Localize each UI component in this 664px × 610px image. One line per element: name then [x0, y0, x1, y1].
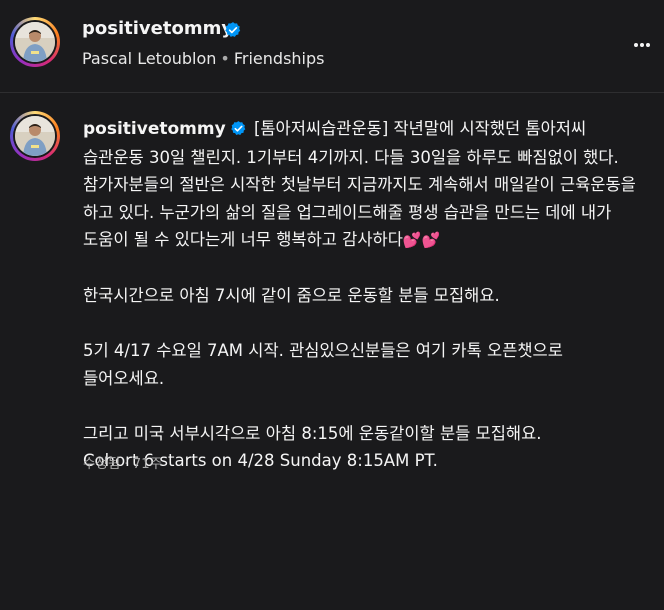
hearts-emoji: 💕💕 [402, 231, 441, 249]
verified-badge-icon [230, 121, 245, 135]
audio-label[interactable]: Friendships [234, 49, 325, 68]
caption-text: positivetommy [톰아저씨습관운동] 작년말에 시작했던 톰아저씨 … [83, 115, 648, 475]
person-photo-icon [15, 22, 55, 62]
caption-paragraph-2: 한국시간으로 아침 7시에 같이 줌으로 운동할 분들 모집해요. [83, 286, 500, 305]
verified-badge-icon [225, 22, 241, 37]
header-avatar[interactable] [10, 17, 60, 67]
header-username[interactable]: positivetommy [82, 18, 233, 39]
caption-paragraph-4: 그리고 미국 서부시각으로 아침 8:15에 운동같이할 분들 모집해요. [83, 423, 542, 443]
author-name[interactable]: Pascal Letoublon [82, 49, 216, 68]
more-options-icon[interactable] [630, 33, 654, 57]
header-subline: Pascal Letoublon • Friendships [82, 49, 324, 68]
header-divider [0, 92, 664, 93]
avatar-photo [15, 22, 55, 62]
person-photo-icon [15, 116, 55, 156]
subline-separator: • [220, 49, 230, 68]
post-header: positivetommy Pascal Letoublon • Friendshi… [0, 0, 664, 92]
instagram-post-view: positivetommy Pascal Letoublon • Friendshi… [0, 0, 664, 610]
meta-separator: · [124, 456, 129, 472]
caption-username[interactable]: positivetommy [83, 119, 226, 139]
edited-label: 수정됨 [83, 456, 121, 472]
caption-paragraph-3: 5기 4/17 수요일 7AM 시작. 관심있으신분들은 여기 카톡 오픈챗으로… [83, 341, 569, 388]
post-meta: 수정됨 · 71주 [83, 452, 162, 472]
caption-avatar[interactable] [10, 111, 60, 161]
post-age[interactable]: 71주 [133, 456, 163, 472]
avatar-photo [15, 116, 55, 156]
